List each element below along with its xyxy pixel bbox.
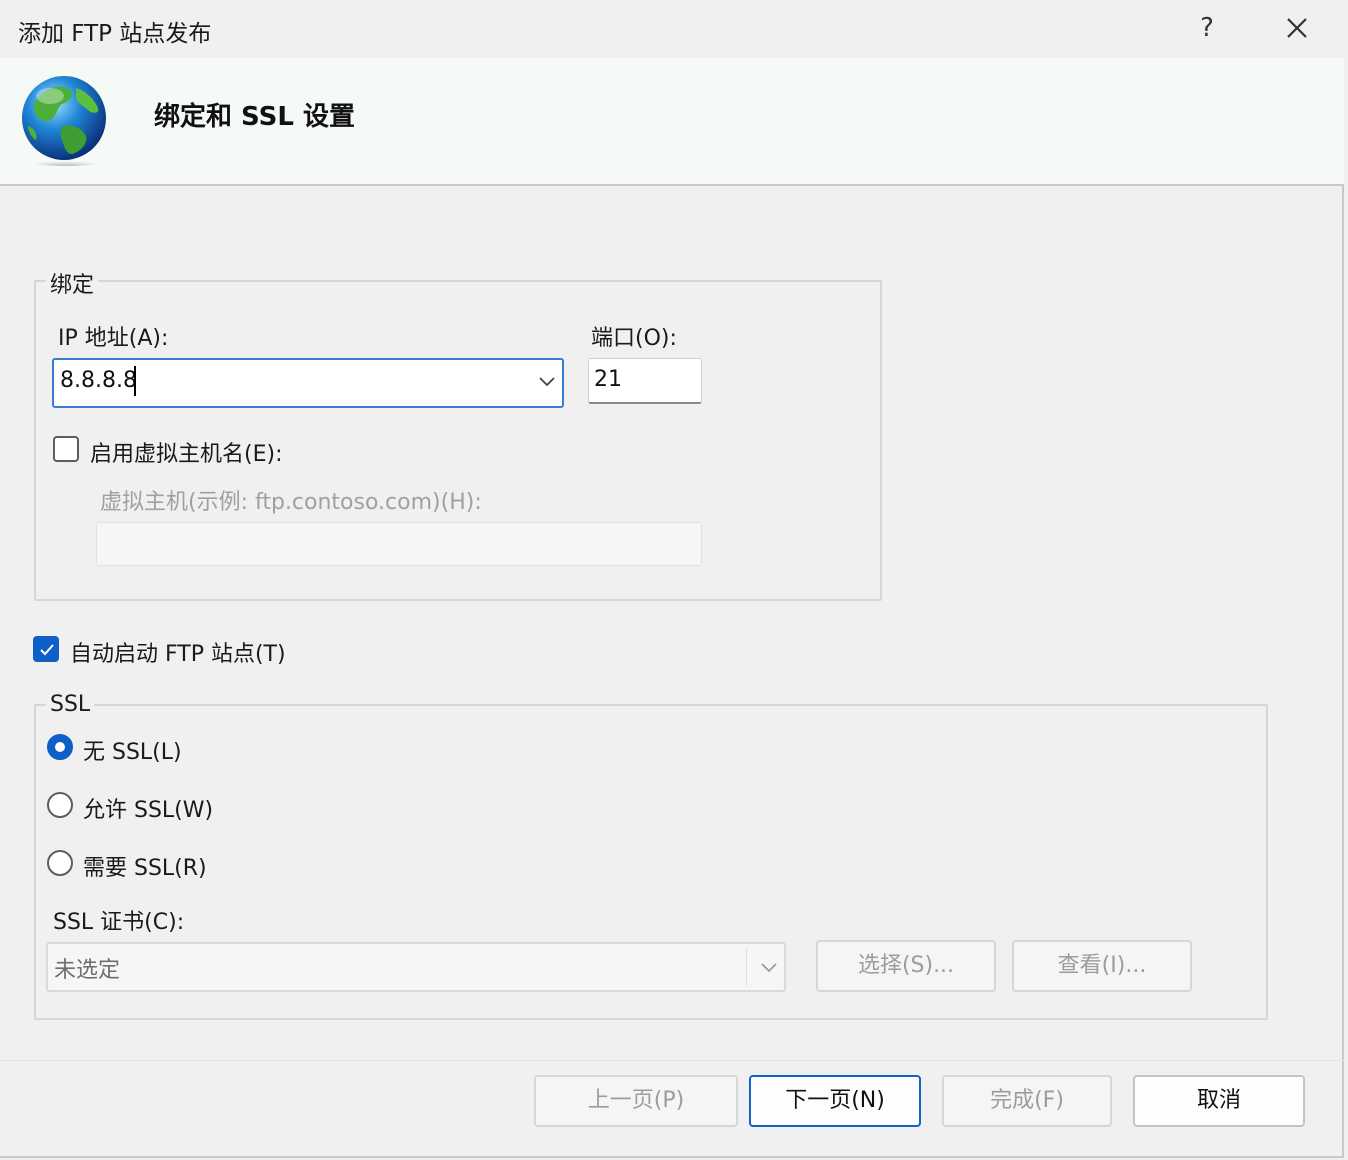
ssl-cert-select[interactable]: 未选定 <box>46 942 786 992</box>
window-title: 添加 FTP 站点发布 <box>18 21 212 47</box>
chevron-down-icon[interactable] <box>538 376 556 388</box>
radio-no-ssl[interactable] <box>47 734 73 760</box>
ssl-cert-value: 未选定 <box>54 958 121 983</box>
next-page-button[interactable]: 下一页(N) <box>749 1075 921 1127</box>
prev-page-button[interactable]: 上一页(P) <box>534 1075 738 1127</box>
wizard-header: 绑定和 SSL 设置 <box>0 58 1344 186</box>
radio-require-ssl[interactable] <box>47 850 73 876</box>
checkmark-icon <box>40 644 54 656</box>
ssl-cert-label: SSL 证书(C): <box>53 910 185 935</box>
help-button[interactable]: ? <box>1186 8 1228 48</box>
port-label: 端口(O): <box>591 326 677 351</box>
ip-address-label: IP 地址(A): <box>58 326 169 351</box>
binding-group-legend: 绑定 <box>46 267 99 299</box>
view-cert-button[interactable]: 查看(I)... <box>1012 940 1192 992</box>
radio-require-ssl-label[interactable]: 需要 SSL(R) <box>83 850 207 882</box>
chevron-down-icon <box>761 963 777 973</box>
finish-button[interactable]: 完成(F) <box>942 1075 1112 1127</box>
globe-icon <box>22 76 106 166</box>
autostart-checkbox[interactable] <box>33 636 59 662</box>
ssl-group-legend: SSL <box>46 692 95 717</box>
ip-address-value: 8.8.8.8 <box>60 368 137 393</box>
add-ftp-site-dialog: 添加 FTP 站点发布 ? 绑定和 SSL 设置 绑定 IP 地址(A): 8.… <box>0 0 1344 1158</box>
footer-divider <box>0 1060 1344 1061</box>
autostart-label[interactable]: 自动启动 FTP 站点(T) <box>70 636 286 668</box>
virtual-host-checkbox-label[interactable]: 启用虚拟主机名(E): <box>90 436 282 468</box>
port-input[interactable]: 21 <box>588 358 702 404</box>
title-bar: 添加 FTP 站点发布 ? <box>0 0 1344 58</box>
radio-no-ssl-label[interactable]: 无 SSL(L) <box>83 734 182 766</box>
page-title: 绑定和 SSL 设置 <box>154 102 355 132</box>
close-icon <box>1287 18 1307 38</box>
port-value: 21 <box>594 367 622 392</box>
text-caret <box>134 366 136 396</box>
cancel-button[interactable]: 取消 <box>1133 1075 1305 1127</box>
radio-allow-ssl[interactable] <box>47 792 73 818</box>
virtual-host-input[interactable] <box>96 522 702 566</box>
close-button[interactable] <box>1274 8 1320 48</box>
ip-address-combobox[interactable]: 8.8.8.8 <box>52 358 564 408</box>
radio-allow-ssl-label[interactable]: 允许 SSL(W) <box>83 792 213 824</box>
select-cert-button[interactable]: 选择(S)... <box>816 940 996 992</box>
select-divider <box>746 948 747 986</box>
virtual-host-label: 虚拟主机(示例: ftp.contoso.com)(H): <box>100 490 482 515</box>
virtual-host-checkbox[interactable] <box>53 436 79 462</box>
